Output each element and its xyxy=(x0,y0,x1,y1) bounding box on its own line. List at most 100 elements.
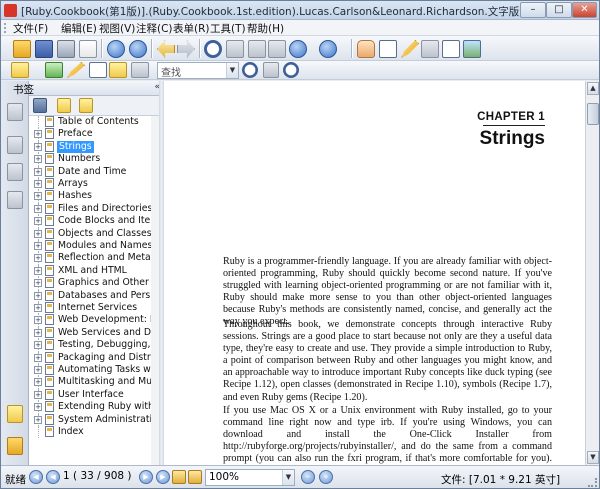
pencil-icon[interactable] xyxy=(67,62,85,78)
expand-icon[interactable]: + xyxy=(34,229,42,238)
open-folder-icon[interactable] xyxy=(13,40,31,58)
search-input[interactable]: 查找 ▼ xyxy=(157,62,239,79)
menu-help[interactable]: 帮助(H) xyxy=(247,21,284,36)
bookmark-item[interactable]: + Numbers xyxy=(29,153,158,166)
zoom-in-icon[interactable] xyxy=(319,40,337,58)
bookmark-item[interactable]: + Reflection and Metaprogramming xyxy=(29,252,158,265)
minimize-button[interactable]: – xyxy=(520,2,546,18)
expand-icon[interactable]: + xyxy=(34,304,42,312)
zoom-select[interactable]: 100% ▼ xyxy=(205,469,295,486)
select-text-icon[interactable] xyxy=(379,40,397,58)
bookmark-item[interactable]: + Hashes xyxy=(29,190,158,203)
fit-width-icon[interactable] xyxy=(248,40,266,58)
expand-icon[interactable]: + xyxy=(34,142,42,151)
document-viewport[interactable]: CHAPTER 1 Strings Ruby is a programmer-f… xyxy=(164,81,585,465)
bookmark-item[interactable]: + Packaging and Distributing Software xyxy=(29,351,158,364)
expand-icon[interactable]: + xyxy=(34,217,42,226)
text-box-icon[interactable] xyxy=(89,62,107,78)
expand-icon[interactable]: + xyxy=(34,130,42,139)
add-bookmark-icon[interactable] xyxy=(57,98,71,113)
highlight-text-icon[interactable] xyxy=(11,62,29,78)
expand-icon[interactable]: + xyxy=(34,180,42,188)
toolbar-grip[interactable] xyxy=(4,23,8,33)
previous-page-icon[interactable] xyxy=(107,40,125,58)
expand-icon[interactable]: + xyxy=(34,366,42,374)
bookmarks-tab-icon[interactable] xyxy=(7,103,23,121)
save-icon[interactable] xyxy=(35,40,53,58)
expand-icon[interactable]: + xyxy=(34,155,42,164)
layers-tab-icon[interactable] xyxy=(7,163,23,181)
menu-file[interactable]: 文件(F) xyxy=(13,21,48,36)
arrow-tool-icon[interactable] xyxy=(131,62,149,78)
first-page-icon[interactable]: ◀ xyxy=(29,470,43,484)
bookmark-item[interactable]: + Web Development: Ruby on Rails xyxy=(29,314,158,327)
prev-page-icon[interactable]: ◀ xyxy=(46,470,60,484)
search-icon[interactable] xyxy=(242,62,258,78)
bookmark-item[interactable]: + Preface xyxy=(29,128,158,141)
expand-icon[interactable]: + xyxy=(34,390,42,399)
bookmark-item[interactable]: + Date and Time xyxy=(29,165,158,178)
expand-bookmark-icon[interactable] xyxy=(79,98,93,113)
sticky-note-icon[interactable] xyxy=(109,62,127,78)
expand-icon[interactable]: + xyxy=(34,353,42,362)
scroll-up-icon[interactable]: ▲ xyxy=(587,82,599,95)
bookmark-item[interactable]: + Graphics and Other File Formats xyxy=(29,277,158,290)
attachment-clip-icon[interactable] xyxy=(7,437,23,455)
zoom-tool-icon[interactable] xyxy=(204,40,222,58)
back-arrow-icon[interactable] xyxy=(157,40,175,58)
scroll-thumb[interactable] xyxy=(587,103,599,125)
status-zoom-out-icon[interactable]: − xyxy=(301,470,315,484)
expand-icon[interactable]: + xyxy=(34,167,42,176)
chevron-down-icon[interactable]: ▼ xyxy=(226,63,238,78)
expand-icon[interactable]: + xyxy=(34,192,42,201)
bookmark-item[interactable]: + Arrays xyxy=(29,178,158,191)
snapshot-icon[interactable] xyxy=(463,40,481,58)
bookmark-item[interactable]: + Modules and Namespaces xyxy=(29,240,158,253)
last-page-icon[interactable]: ▶ xyxy=(156,470,170,484)
annotate-pen-icon[interactable] xyxy=(401,40,419,58)
hand-tool-icon[interactable] xyxy=(357,40,375,58)
expand-icon[interactable]: + xyxy=(34,328,42,337)
menu-comment[interactable]: 注释(C) xyxy=(136,21,173,36)
close-button[interactable]: ✕ xyxy=(572,2,597,18)
status-zoom-in-icon[interactable]: + xyxy=(319,470,333,484)
expand-icon[interactable]: + xyxy=(34,378,42,387)
title-bar[interactable]: [Ruby.Cookbook(第1版)].(Ruby.Cookbook.1st.… xyxy=(1,1,599,20)
bookmark-item[interactable]: + XML and HTML xyxy=(29,264,158,278)
rotate-icon[interactable] xyxy=(268,40,286,58)
next-page-icon[interactable] xyxy=(129,40,147,58)
bookmark-item[interactable]: + User Interface xyxy=(29,388,158,402)
bookmark-item[interactable]: + Strings xyxy=(29,140,158,154)
history-forward-icon[interactable] xyxy=(188,470,202,484)
delete-bookmark-icon[interactable] xyxy=(33,98,47,113)
chevron-down-icon[interactable]: ▼ xyxy=(282,470,294,485)
expand-icon[interactable]: + xyxy=(34,242,42,250)
bookmark-item[interactable]: + System Administration xyxy=(29,413,158,426)
find-previous-icon[interactable] xyxy=(263,62,279,78)
checkmark-icon[interactable] xyxy=(45,62,63,78)
expand-icon[interactable]: + xyxy=(34,254,42,263)
expand-icon[interactable]: + xyxy=(34,266,42,275)
comments-tab-icon[interactable] xyxy=(7,405,23,423)
maximize-button[interactable]: □ xyxy=(546,2,572,18)
page-indicator[interactable]: 1 ( 33 / 908 ) xyxy=(63,470,132,482)
forward-arrow-icon[interactable] xyxy=(177,40,195,58)
bookmark-item[interactable]: + Databases and Persistence xyxy=(29,289,158,302)
bookmark-item[interactable]: + Multitasking and Multithreading xyxy=(29,376,158,389)
expand-icon[interactable]: + xyxy=(34,403,42,412)
bookmark-item[interactable]: Table of Contents xyxy=(29,116,158,129)
bookmark-item[interactable]: Index xyxy=(29,426,158,439)
bookmark-item[interactable]: + Automating Tasks with Rake xyxy=(29,364,158,377)
bookmark-item[interactable]: + Extending Ruby with Other Languages xyxy=(29,401,158,414)
menu-edit[interactable]: 编辑(E) xyxy=(61,21,97,36)
bookmark-item[interactable]: + Code Blocks and Iteration xyxy=(29,215,158,228)
expand-icon[interactable]: + xyxy=(34,291,42,300)
expand-icon[interactable]: + xyxy=(34,316,42,325)
menu-view[interactable]: 视图(V) xyxy=(99,21,135,36)
bookmark-item[interactable]: + Objects and Classes xyxy=(29,227,158,240)
binoculars-icon[interactable] xyxy=(421,40,439,58)
expand-icon[interactable]: + xyxy=(34,204,42,213)
attachments-tab-icon[interactable] xyxy=(7,191,23,209)
bookmark-item[interactable]: + Testing, Debugging, Optimizing, and Doc… xyxy=(29,339,158,352)
find-next-icon[interactable] xyxy=(283,62,299,78)
